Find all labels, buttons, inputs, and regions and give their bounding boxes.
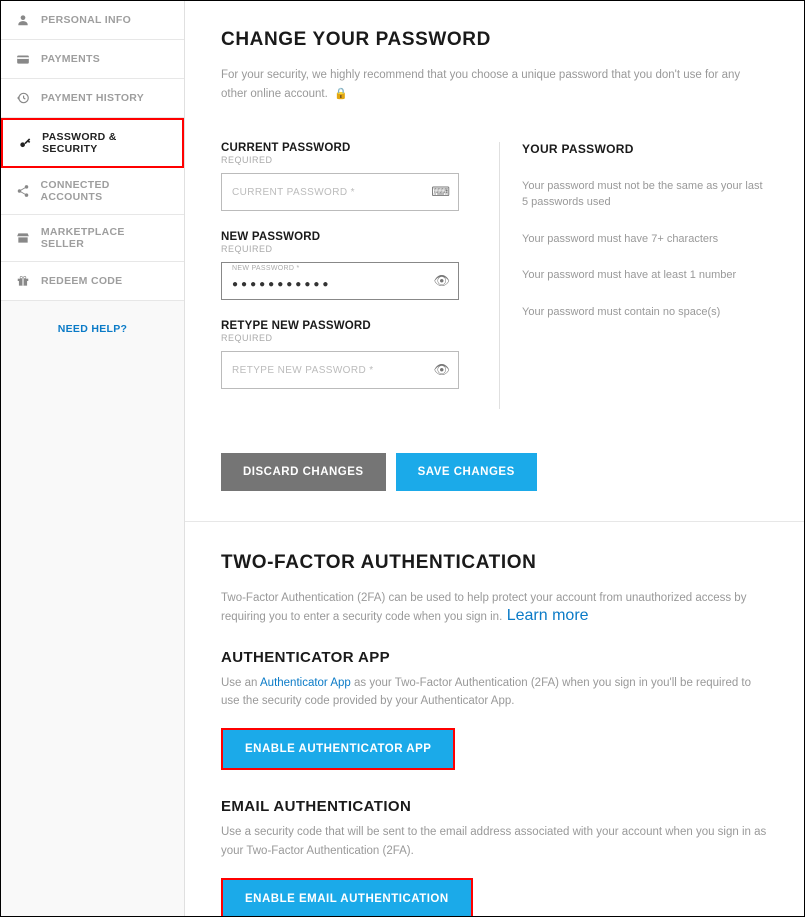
sidebar-item-label: PASSWORD & SECURITY [42,131,168,155]
change-password-desc: For your security, we highly recommend t… [221,69,740,100]
sidebar-item-label: PAYMENT HISTORY [41,92,144,104]
sidebar-item-personal-info[interactable]: PERSONAL INFO [1,1,184,40]
divider [185,521,804,522]
current-password-wrap: ⌨ [221,173,459,211]
authenticator-app-title: AUTHENTICATOR APP [221,649,768,666]
sidebar-item-payment-history[interactable]: PAYMENT HISTORY [1,79,184,118]
required-text: REQUIRED [221,244,459,254]
card-icon [15,51,31,67]
current-password-label: CURRENT PASSWORD [221,142,459,154]
auth-app-prefix: Use an [221,677,260,689]
enable-authenticator-app-button[interactable]: ENABLE AUTHENTICATOR APP [223,730,453,768]
new-password-wrap: NEW PASSWORD * 👁 [221,262,459,300]
required-text: REQUIRED [221,155,459,165]
password-rule: Your password must contain no space(s) [522,304,768,321]
eye-icon[interactable]: 👁 [433,362,450,378]
save-changes-button[interactable]: SAVE CHANGES [396,453,537,491]
sidebar-item-marketplace-seller[interactable]: MARKETPLACE SELLER [1,215,184,262]
twofa-title: TWO-FACTOR AUTHENTICATION [221,552,768,574]
retype-password-input[interactable] [222,352,458,388]
sidebar-item-connected-accounts[interactable]: CONNECTED ACCOUNTS [1,168,184,215]
sidebar-item-label: REDEEM CODE [41,275,122,287]
key-icon [17,135,32,151]
authenticator-app-link[interactable]: Authenticator App [260,677,351,689]
sidebar-item-payments[interactable]: PAYMENTS [1,40,184,79]
share-icon [15,183,30,199]
sidebar-item-label: MARKETPLACE SELLER [41,226,170,250]
floating-label: NEW PASSWORD * [232,265,299,272]
change-password-title: CHANGE YOUR PASSWORD [221,29,768,51]
sidebar-item-label: PAYMENTS [41,53,100,65]
sidebar: PERSONAL INFO PAYMENTS PAYMENT HISTORY P… [1,1,185,916]
main-content: CHANGE YOUR PASSWORD For your security, … [185,1,804,916]
store-icon [15,230,31,246]
password-rule: Your password must not be the same as yo… [522,178,768,211]
sidebar-item-label: CONNECTED ACCOUNTS [40,179,170,203]
enable-auth-app-highlight: ENABLE AUTHENTICATOR APP [221,728,455,770]
discard-changes-button[interactable]: DISCARD CHANGES [221,453,386,491]
gift-icon [15,273,31,289]
twofa-desc: Two-Factor Authentication (2FA) can be u… [221,592,746,623]
new-password-label: NEW PASSWORD [221,231,459,243]
email-auth-title: EMAIL AUTHENTICATION [221,798,768,815]
sidebar-item-label: PERSONAL INFO [41,14,131,26]
person-icon [15,12,31,28]
keyboard-icon: ⌨ [431,184,450,200]
history-icon [15,90,31,106]
sidebar-item-redeem-code[interactable]: REDEEM CODE [1,262,184,301]
enable-email-authentication-button[interactable]: ENABLE EMAIL AUTHENTICATION [223,880,471,916]
enable-email-auth-highlight: ENABLE EMAIL AUTHENTICATION [221,878,473,916]
password-rule: Your password must have at least 1 numbe… [522,267,768,284]
current-password-input[interactable] [222,174,458,210]
need-help-link[interactable]: NEED HELP? [1,301,184,357]
required-text: REQUIRED [221,333,459,343]
learn-more-link[interactable]: Learn more [507,607,589,624]
email-auth-desc: Use a security code that will be sent to… [221,823,768,860]
eye-icon[interactable]: 👁 [433,273,450,289]
lock-icon: 🔒 [334,87,348,100]
retype-password-label: RETYPE NEW PASSWORD [221,320,459,332]
your-password-title: YOUR PASSWORD [522,142,768,156]
retype-password-wrap: 👁 [221,351,459,389]
sidebar-item-password-security[interactable]: PASSWORD & SECURITY [1,118,184,168]
password-rule: Your password must have 7+ characters [522,231,768,248]
